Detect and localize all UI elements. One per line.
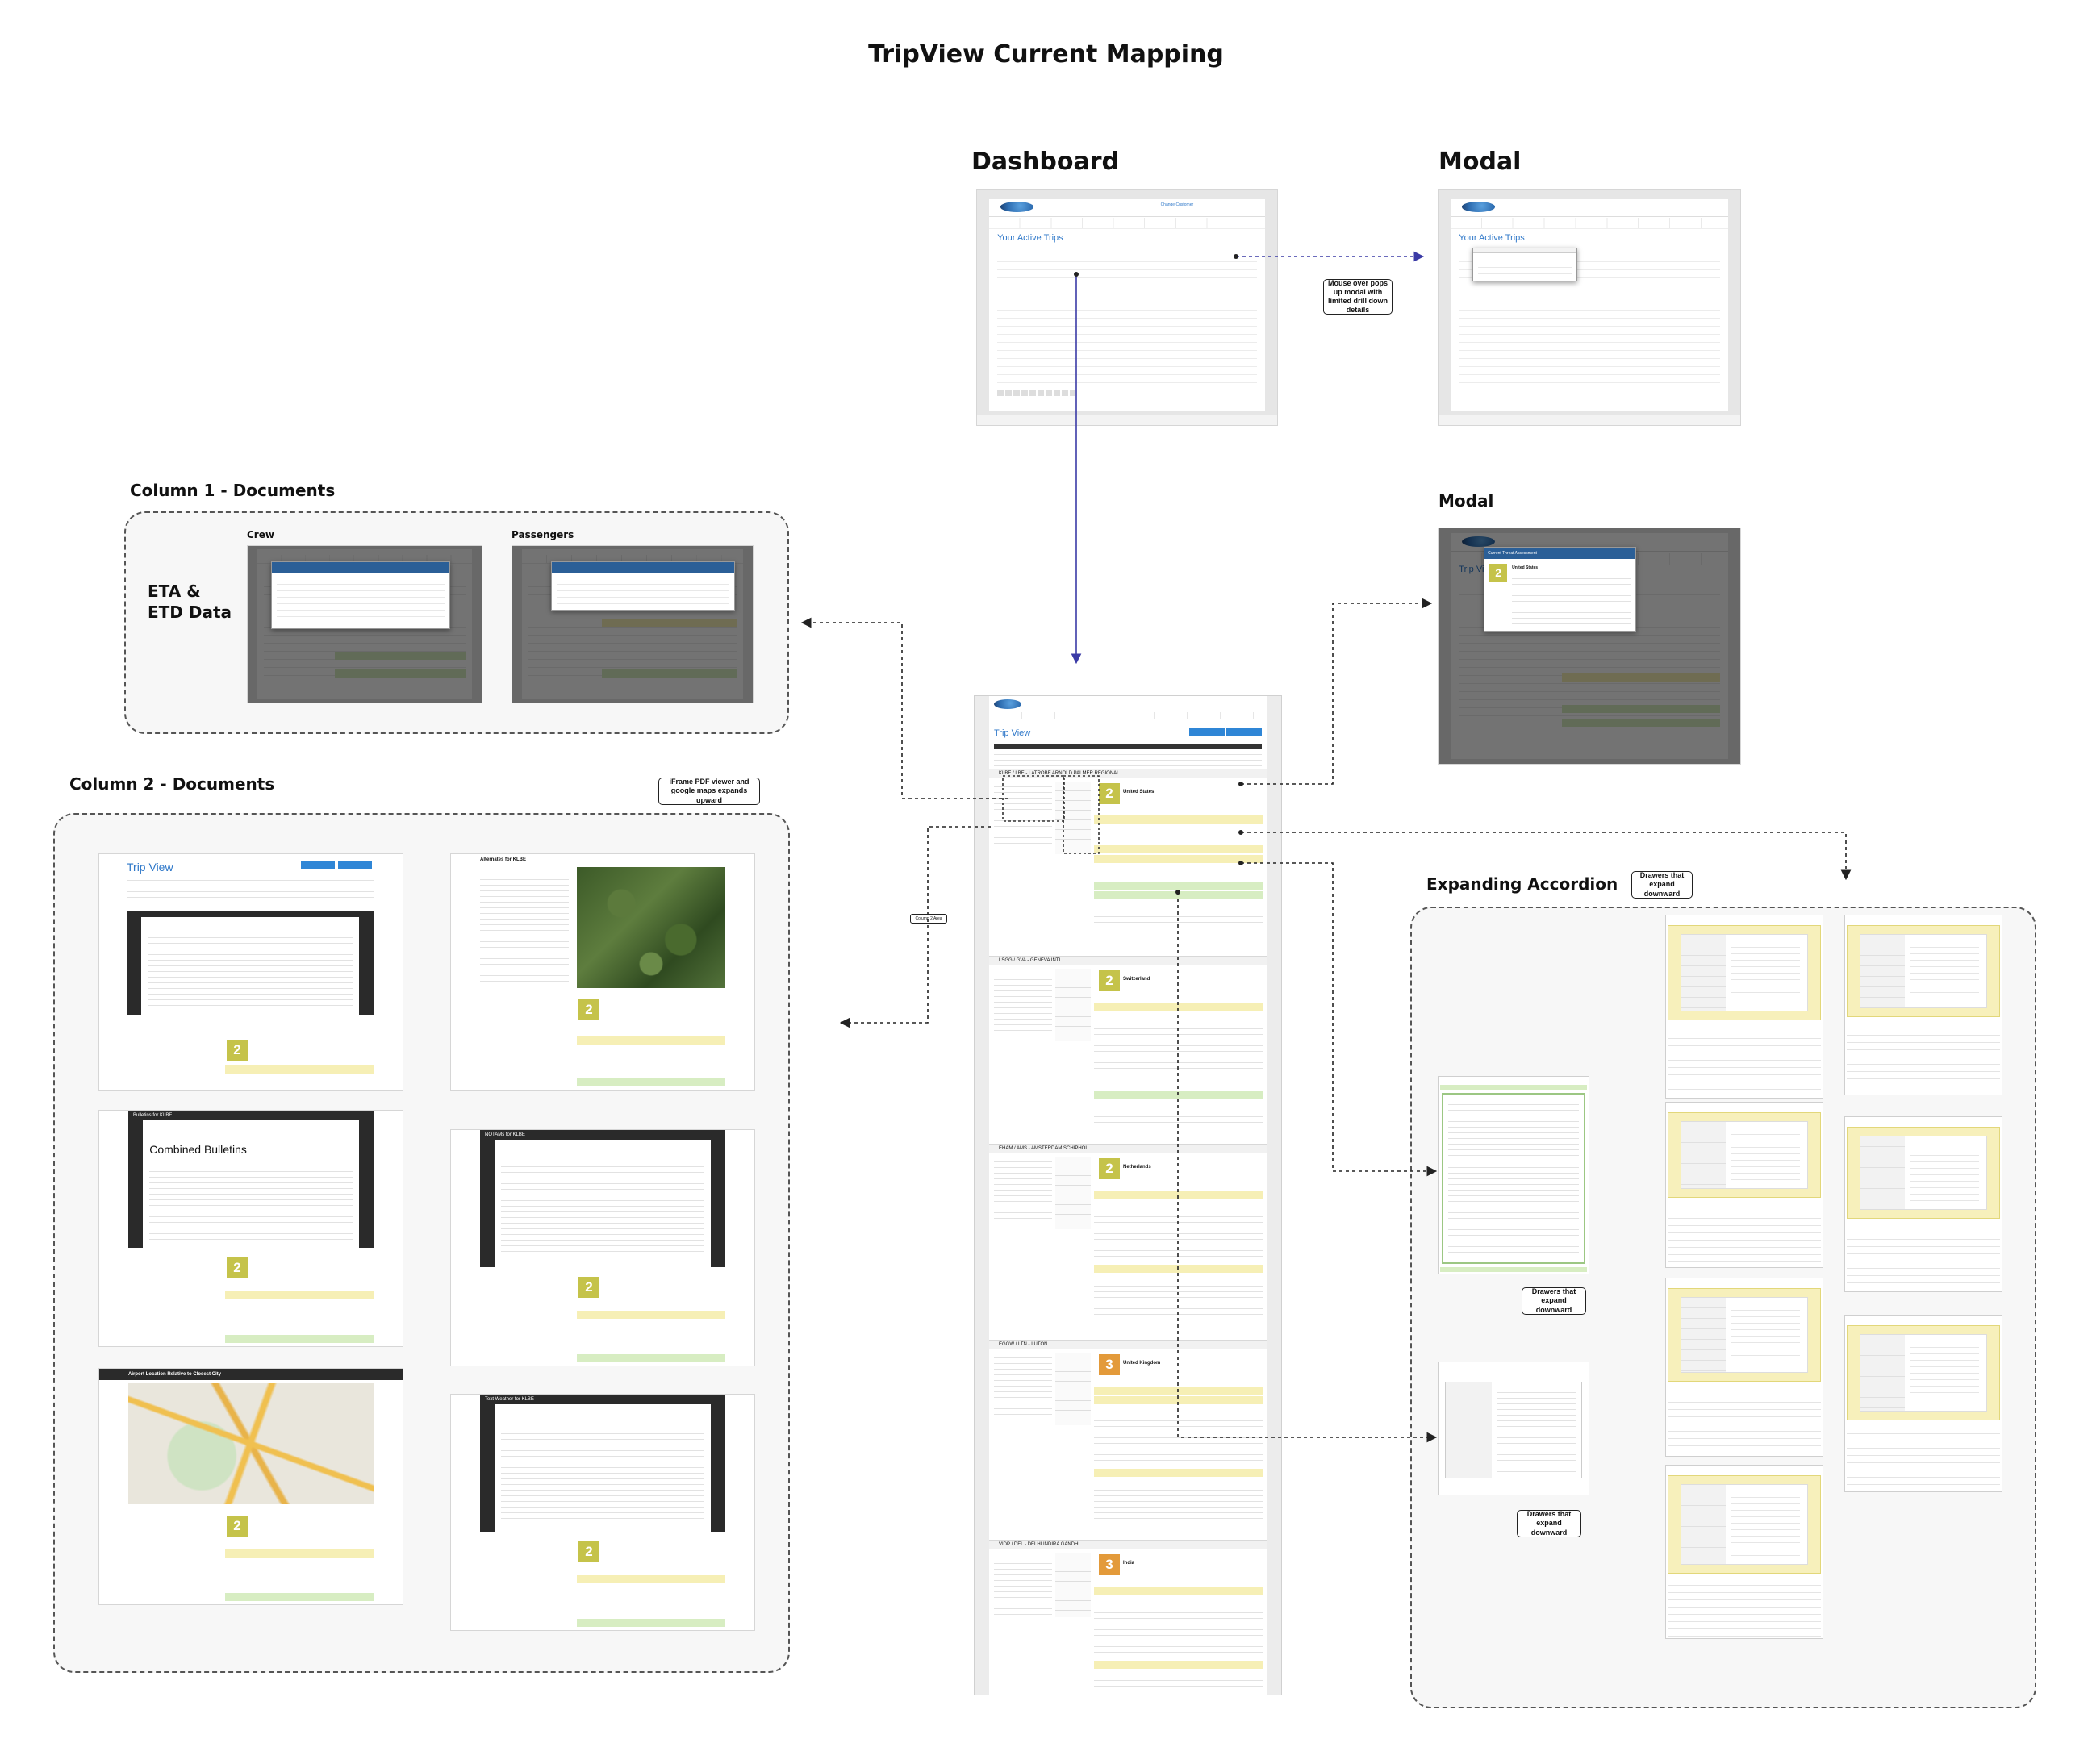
connector-lines — [800, 251, 1852, 1443]
